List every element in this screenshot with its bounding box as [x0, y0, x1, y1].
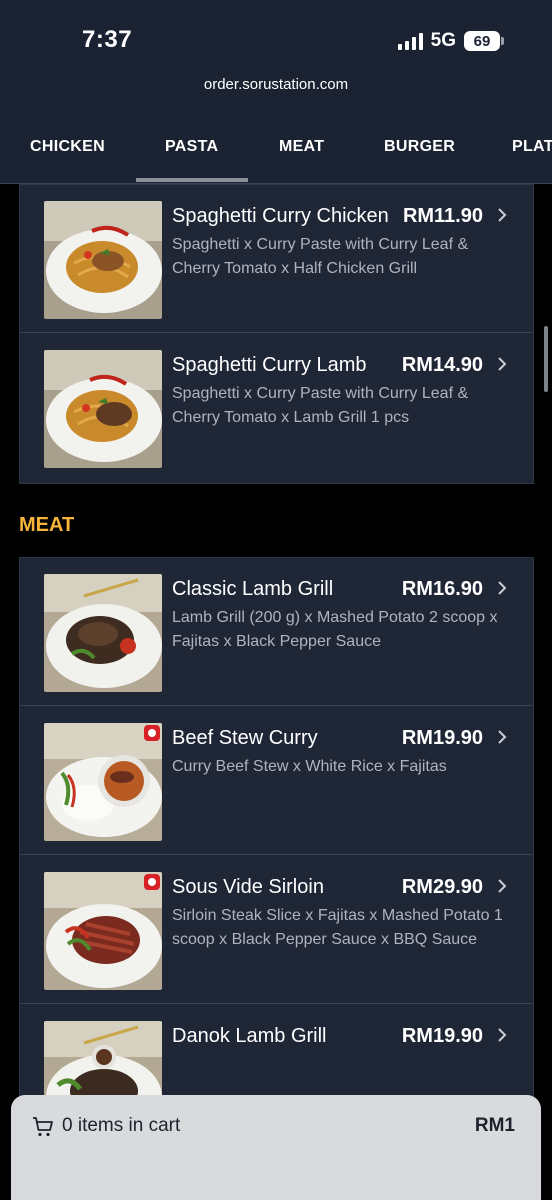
item-price: RM29.90 — [401, 876, 483, 898]
cart-bar[interactable]: 0 items in cart RM1 — [11, 1095, 541, 1200]
pasta-card: Spaghetti Curry Chicken RM11.90 Spaghett… — [19, 184, 534, 484]
network-label: 5G — [430, 30, 456, 51]
app-header: 7:37 5G 69 order.sorustation.com CHICKEN… — [0, 0, 552, 184]
food-image — [44, 574, 162, 692]
cart-total: RM1 — [474, 1115, 515, 1136]
food-image — [44, 350, 162, 468]
item-price: RM19.90 — [401, 727, 483, 749]
chevron-right-icon — [498, 879, 507, 893]
section-title-meat: MEAT — [19, 514, 75, 536]
battery-icon: 69 — [464, 31, 504, 51]
item-name: Spaghetti Curry Lamb — [172, 354, 367, 376]
item-description: Sirloin Steak Slice x Fajitas x Mashed P… — [172, 907, 503, 948]
chevron-right-icon — [498, 357, 507, 371]
signal-icon — [397, 32, 423, 50]
item-price: RM16.90 — [401, 578, 483, 600]
menu-item[interactable]: Spaghetti Curry Lamb RM14.90 Spaghetti x… — [20, 334, 533, 482]
item-price: RM11.90 — [402, 205, 483, 227]
cart-count-label: 0 items in cart — [62, 1115, 181, 1136]
menu-item[interactable]: Sous Vide Sirloin RM29.90 Sirloin Steak … — [20, 856, 533, 1004]
item-name: Classic Lamb Grill — [172, 578, 334, 600]
tab-meat[interactable]: MEAT — [279, 138, 324, 156]
active-tab-indicator — [136, 178, 248, 182]
status-time: 7:37 — [82, 26, 133, 53]
item-description: Lamb Grill (200 g) x Mashed Potato 2 sco… — [172, 609, 498, 650]
meat-card: Classic Lamb Grill RM16.90 Lamb Grill (2… — [19, 557, 534, 1139]
scrollbar[interactable] — [544, 326, 548, 392]
menu-item[interactable]: Spaghetti Curry Chicken RM11.90 Spaghett… — [20, 185, 533, 333]
tab-plat[interactable]: PLAT — [512, 138, 552, 156]
tab-burger[interactable]: BURGER — [384, 138, 455, 156]
battery-level: 69 — [473, 32, 491, 50]
chevron-right-icon — [498, 1028, 507, 1042]
cart-icon — [33, 1117, 53, 1137]
menu-item[interactable]: Beef Stew Curry RM19.90 Curry Beef Stew … — [20, 707, 533, 855]
item-description: Curry Beef Stew x White Rice x Fajitas — [172, 758, 447, 775]
category-tabs: CHICKEN PASTA MEAT BURGER PLAT — [0, 128, 552, 184]
item-description: Spaghetti x Curry Paste with Curry Leaf … — [172, 236, 469, 277]
item-name: Sous Vide Sirloin — [172, 876, 324, 898]
food-image — [44, 872, 162, 990]
item-description: Spaghetti x Curry Paste with Curry Leaf … — [172, 385, 469, 426]
url-bar[interactable]: order.sorustation.com — [0, 76, 552, 93]
food-image — [44, 201, 162, 319]
chevron-right-icon — [498, 581, 507, 595]
item-price: RM14.90 — [401, 354, 483, 376]
chevron-right-icon — [498, 208, 507, 222]
chevron-right-icon — [498, 730, 507, 744]
status-indicators: 5G 69 — [397, 30, 504, 52]
item-name: Spaghetti Curry Chicken — [172, 205, 389, 227]
menu-item[interactable]: Classic Lamb Grill RM16.90 Lamb Grill (2… — [20, 558, 533, 706]
item-price: RM19.90 — [401, 1025, 483, 1047]
item-name: Danok Lamb Grill — [172, 1025, 327, 1047]
tab-pasta[interactable]: PASTA — [165, 138, 218, 156]
item-name: Beef Stew Curry — [172, 727, 318, 749]
tab-chicken[interactable]: CHICKEN — [30, 138, 105, 156]
food-image — [44, 723, 162, 841]
